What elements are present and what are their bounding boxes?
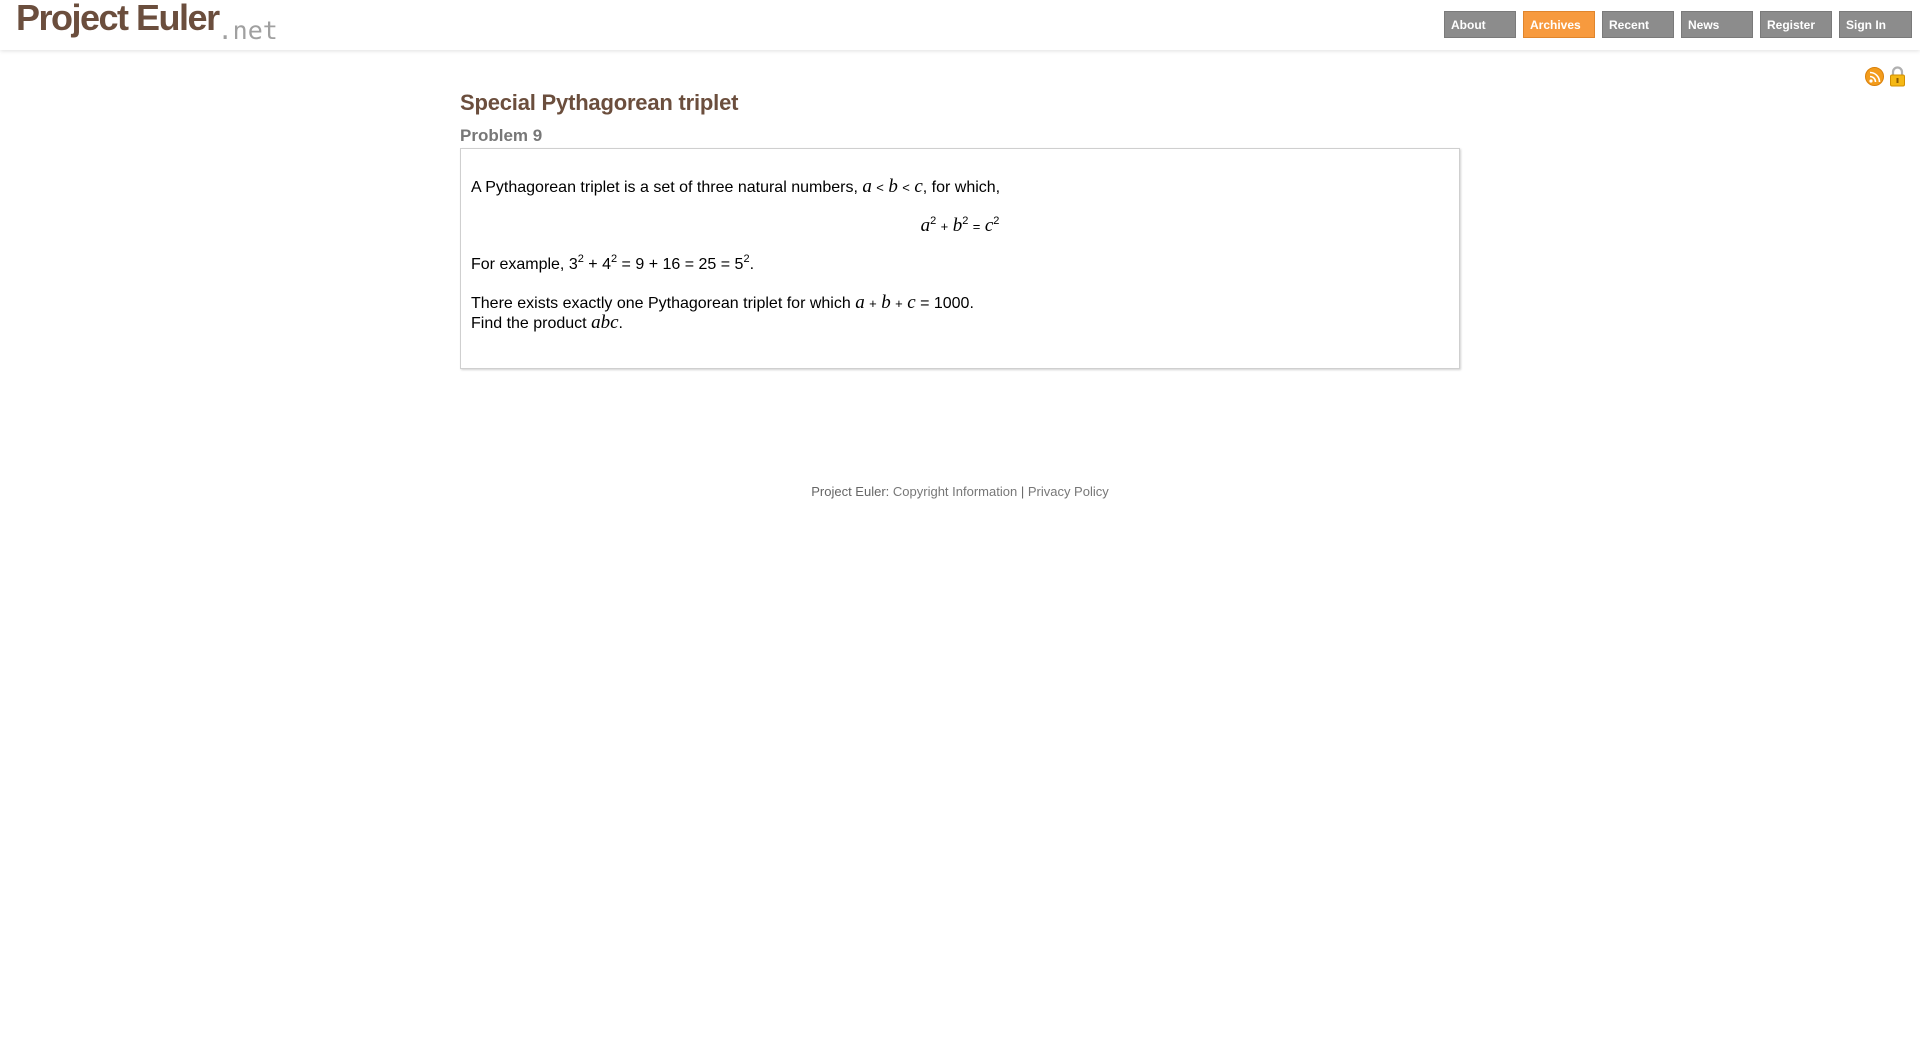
problem-number: Problem 9 xyxy=(460,126,543,145)
footer-brand: Project Euler: xyxy=(811,484,890,499)
example-paragraph: For example, 32 + 42 = 9 + 16 = 25 = 52. xyxy=(471,252,755,273)
feed-icons xyxy=(1865,66,1907,88)
nav-recent-button[interactable]: Recent xyxy=(1602,11,1674,38)
main-nav: About Archives Recent News Register Sign… xyxy=(1444,11,1912,38)
footer: Project Euler: Copyright Information | P… xyxy=(0,484,1920,499)
privacy-policy-link[interactable]: Privacy Policy xyxy=(1028,484,1109,499)
copyright-link[interactable]: Copyright Information xyxy=(893,484,1017,499)
nav-about-button[interactable]: About xyxy=(1444,11,1516,38)
nav-register-button[interactable]: Register xyxy=(1760,11,1832,38)
problem-title: Special Pythagorean triplet xyxy=(460,90,739,115)
problem-statement: A Pythagorean triplet is a set of three … xyxy=(460,148,1460,369)
nav-archives-button[interactable]: Archives xyxy=(1523,11,1595,38)
statement-paragraph-1: A Pythagorean triplet is a set of three … xyxy=(471,176,1001,197)
logo-main-text: Project Euler xyxy=(16,0,220,38)
lock-icon[interactable] xyxy=(1888,66,1907,87)
logo-suffix-text: .net xyxy=(217,16,278,45)
rss-icon[interactable] xyxy=(1865,67,1884,86)
problem-content: Special Pythagorean triplet Problem 9 A … xyxy=(460,90,1460,369)
nav-news-button[interactable]: News xyxy=(1681,11,1753,38)
nav-sign-in-button[interactable]: Sign In xyxy=(1839,11,1912,38)
footer-separator: | xyxy=(1020,484,1025,499)
site-logo[interactable]: Project Euler.net xyxy=(16,0,278,45)
statement-paragraph-3: There exists exactly one Pythagorean tri… xyxy=(471,292,974,333)
pythagorean-equation: a2 + b2 = c2 xyxy=(920,214,1000,236)
top-bar: Project Euler.net About Archives Recent … xyxy=(0,0,1920,50)
